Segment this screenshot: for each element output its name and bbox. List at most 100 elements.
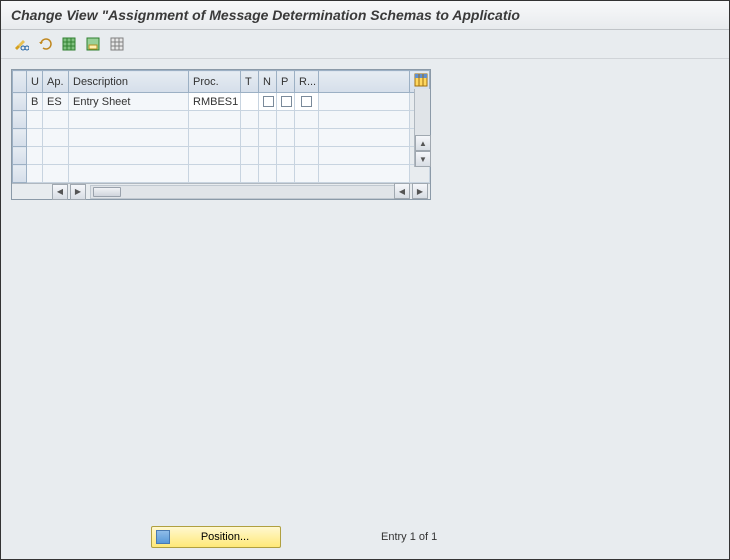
cell-u [27, 111, 43, 129]
cell-ap [43, 147, 69, 165]
cell-p[interactable] [277, 93, 295, 111]
cell-pad [319, 129, 410, 147]
cell-p [277, 165, 295, 183]
scroll-left-button[interactable]: ▶ [70, 184, 86, 200]
cell-pad [319, 165, 410, 183]
table-row [13, 129, 430, 147]
row-selector[interactable] [13, 165, 27, 183]
table-row [13, 147, 430, 165]
row-selector-header[interactable] [13, 71, 27, 93]
cell-ap [43, 165, 69, 183]
row-selector[interactable] [13, 111, 27, 129]
row-selector[interactable] [13, 129, 27, 147]
cell-description [69, 111, 189, 129]
col-header-n[interactable]: N [259, 71, 277, 93]
vscroll-track[interactable] [415, 89, 430, 135]
row-endcap [410, 165, 430, 183]
save-button[interactable] [83, 34, 103, 54]
cell-proc [189, 129, 241, 147]
entry-status: Entry 1 of 1 [381, 531, 437, 543]
grid-deselect-icon [109, 36, 125, 52]
col-header-proc[interactable]: Proc. [189, 71, 241, 93]
scroll-down-button[interactable]: ▼ [415, 151, 431, 167]
horizontal-scrollbar[interactable]: ◀ ▶ ◀ ▶ [12, 183, 430, 199]
cell-t[interactable] [241, 93, 259, 111]
cell-t [241, 165, 259, 183]
scroll-up-button[interactable]: ▲ [415, 135, 431, 151]
cell-proc [189, 147, 241, 165]
assignment-table: U Ap. Description Proc. T N P R... [12, 70, 430, 183]
table-row: BESEntry SheetRMBES1 [13, 93, 430, 111]
select-all-button[interactable] [59, 34, 79, 54]
footer-bar: Position... Entry 1 of 1 [1, 525, 729, 549]
position-button-label: Position... [174, 531, 276, 543]
grid-save-icon [85, 36, 101, 52]
cell-r[interactable] [295, 93, 319, 111]
table-row [13, 165, 430, 183]
cell-t [241, 111, 259, 129]
toolbar [1, 30, 729, 59]
cell-t [241, 147, 259, 165]
p-checkbox[interactable] [281, 96, 292, 107]
cell-pad [319, 93, 410, 111]
col-header-p[interactable]: P [277, 71, 295, 93]
cell-p [277, 111, 295, 129]
grid-select-icon [61, 36, 77, 52]
deselect-all-button[interactable] [107, 34, 127, 54]
cell-r [295, 111, 319, 129]
cell-u [27, 129, 43, 147]
cell-description [69, 129, 189, 147]
cell-u [27, 165, 43, 183]
cell-r [295, 165, 319, 183]
cell-ap [43, 129, 69, 147]
hscroll-thumb[interactable] [93, 187, 121, 197]
pencil-glasses-icon [13, 36, 29, 52]
toggle-edit-button[interactable] [11, 34, 31, 54]
col-header-description[interactable]: Description [69, 71, 189, 93]
hscroll-track[interactable] [90, 185, 408, 199]
cell-n [259, 147, 277, 165]
cell-u[interactable]: B [27, 93, 43, 111]
content-area: U Ap. Description Proc. T N P R... [1, 59, 729, 210]
cell-n [259, 129, 277, 147]
header-bar: Change View "Assignment of Message Deter… [1, 1, 729, 30]
cell-description [69, 165, 189, 183]
vertical-scrollbar[interactable]: ▲ ▼ [414, 89, 430, 167]
scroll-last-button[interactable]: ▶ [412, 183, 428, 199]
table-container: U Ap. Description Proc. T N P R... [11, 69, 431, 200]
position-button[interactable]: Position... [151, 526, 281, 548]
cell-n[interactable] [259, 93, 277, 111]
cell-proc [189, 165, 241, 183]
col-header-pad [319, 71, 410, 93]
n-checkbox[interactable] [263, 96, 274, 107]
undo-button[interactable] [35, 34, 55, 54]
col-header-r[interactable]: R... [295, 71, 319, 93]
cell-ap[interactable]: ES [43, 93, 69, 111]
page-title: Change View "Assignment of Message Deter… [11, 7, 520, 23]
row-selector[interactable] [13, 147, 27, 165]
cell-proc[interactable]: RMBES1 [189, 93, 241, 111]
row-selector[interactable] [13, 93, 27, 111]
cell-p [277, 129, 295, 147]
table-settings-icon [414, 73, 428, 87]
cell-t [241, 129, 259, 147]
cell-description[interactable]: Entry Sheet [69, 93, 189, 111]
cell-r [295, 147, 319, 165]
scroll-right-button[interactable]: ◀ [394, 183, 410, 199]
cell-description [69, 147, 189, 165]
cell-n [259, 111, 277, 129]
table-row [13, 111, 430, 129]
position-icon [156, 530, 170, 544]
cell-n [259, 165, 277, 183]
col-header-t[interactable]: T [241, 71, 259, 93]
r-checkbox[interactable] [301, 96, 312, 107]
cell-pad [319, 147, 410, 165]
col-header-u[interactable]: U [27, 71, 43, 93]
cell-u [27, 147, 43, 165]
col-header-ap[interactable]: Ap. [43, 71, 69, 93]
cell-pad [319, 111, 410, 129]
cell-r [295, 129, 319, 147]
cell-proc [189, 111, 241, 129]
undo-arrow-icon [37, 36, 53, 52]
scroll-first-button[interactable]: ◀ [52, 184, 68, 200]
